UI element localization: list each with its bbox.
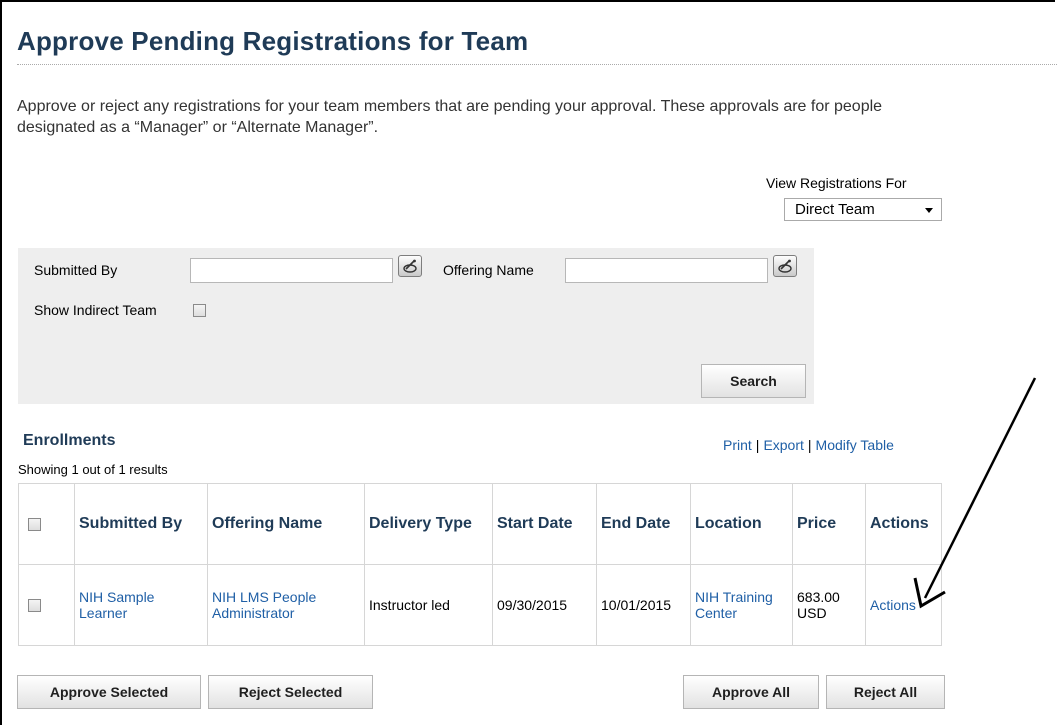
annotation-arrow-icon xyxy=(913,377,1037,609)
